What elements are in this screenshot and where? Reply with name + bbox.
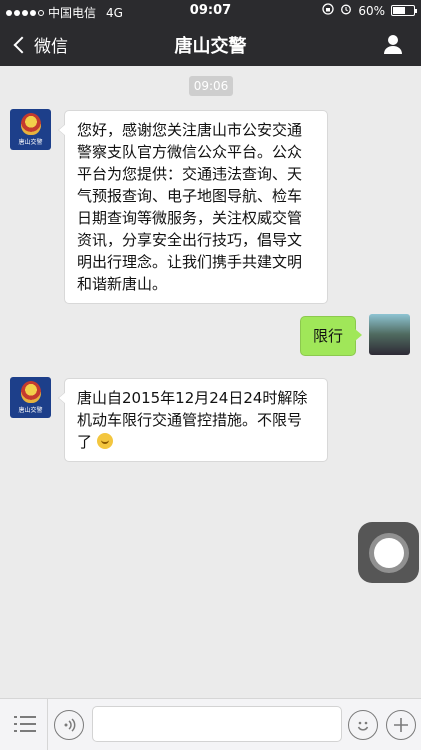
- menu-toggle-icon[interactable]: [12, 713, 38, 735]
- divider: [47, 699, 48, 750]
- avatar-label: 唐山交警: [18, 139, 43, 146]
- message-input[interactable]: [92, 706, 342, 742]
- orientation-lock-icon: [322, 3, 334, 18]
- input-bar: [0, 698, 421, 750]
- voice-button[interactable]: [54, 710, 84, 740]
- user-avatar[interactable]: [369, 314, 410, 355]
- message-timestamp: 09:06: [189, 76, 233, 96]
- status-right: 60%: [322, 3, 417, 18]
- outgoing-message[interactable]: 限行: [300, 316, 363, 356]
- status-bar: 中国电信 4G 09:07 60%: [0, 0, 421, 22]
- police-emblem-icon: [20, 381, 41, 403]
- avatar-label: 唐山交警: [18, 407, 43, 414]
- chat-area[interactable]: 09:06 唐山交警 您好，感谢您关注唐山市公安交通警察支队官方微信公众平台。公…: [0, 66, 421, 698]
- battery-percent: 60%: [358, 3, 385, 18]
- emoji-button[interactable]: [348, 710, 378, 740]
- alarm-icon: [340, 3, 352, 18]
- person-icon: [384, 35, 402, 54]
- plus-icon: [394, 718, 408, 732]
- profile-button[interactable]: [381, 32, 405, 56]
- official-account-avatar[interactable]: 唐山交警: [10, 109, 51, 150]
- more-options-button[interactable]: [386, 710, 416, 740]
- top-bar: 中国电信 4G 09:07 60% 微信 唐山交警: [0, 0, 421, 66]
- battery-icon: [391, 5, 417, 16]
- incoming-message[interactable]: 您好，感谢您关注唐山市公安交通警察支队官方微信公众平台。公众平台为您提供：交通违…: [58, 110, 328, 304]
- voice-icon: [64, 718, 76, 732]
- smile-emoji-icon: [96, 433, 113, 449]
- chat-title: 唐山交警: [174, 36, 247, 57]
- smile-icon: [357, 721, 369, 731]
- message-text: 限行: [313, 327, 344, 345]
- message-text: 您好，感谢您关注唐山市公安交通警察支队官方微信公众平台。公众平台为您提供：交通违…: [77, 121, 303, 293]
- police-emblem-icon: [20, 113, 41, 135]
- incoming-message[interactable]: 唐山自2015年12月24日24时解除机动车限行交通管控措施。不限号了: [58, 378, 328, 462]
- official-account-avatar[interactable]: 唐山交警: [10, 377, 51, 418]
- assistive-touch-button[interactable]: [358, 522, 419, 583]
- nav-bar: 微信 唐山交警: [0, 22, 421, 66]
